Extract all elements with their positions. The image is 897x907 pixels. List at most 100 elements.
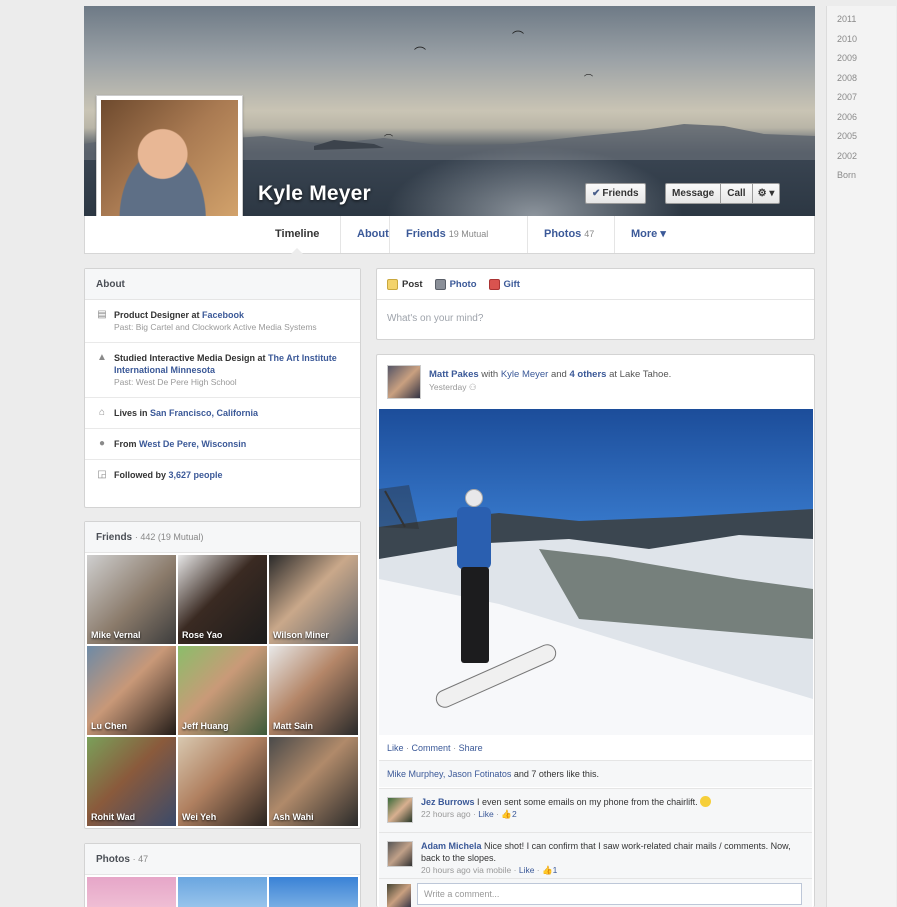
friends-audience-icon[interactable]: ⚇ — [469, 382, 477, 392]
about-link[interactable]: 3,627 people — [169, 470, 223, 480]
friend-tile[interactable]: Lu Chen — [87, 646, 176, 735]
comment-like-link[interactable]: Like — [519, 865, 535, 875]
post-time[interactable]: Yesterday — [429, 382, 467, 392]
friends-card-title[interactable]: Friends · 442 (19 Mutual) — [85, 522, 360, 553]
year-link[interactable]: Born — [827, 166, 896, 186]
comment-like-link[interactable]: Like — [478, 809, 494, 819]
comment: Adam Michela Nice shot! I can confirm th… — [379, 832, 812, 878]
tab-count: 47 — [584, 229, 595, 239]
commenter-avatar[interactable] — [387, 797, 413, 823]
friend-tile[interactable]: Jeff Huang — [178, 646, 267, 735]
friends-button[interactable]: ✔ Friends — [585, 183, 646, 204]
friend-tile[interactable]: Mike Vernal — [87, 555, 176, 644]
friend-tile[interactable]: Wei Yeh — [178, 737, 267, 826]
bird-icon: ⌒ — [584, 74, 594, 84]
post-place[interactable]: Lake Tahoe. — [620, 369, 672, 380]
year-link[interactable]: 2005 — [827, 127, 896, 147]
smiley-icon — [700, 796, 712, 807]
pencil-icon — [387, 278, 398, 290]
comment: Jez Burrows I even sent some emails on m… — [379, 788, 812, 832]
briefcase-icon: ▤ — [97, 309, 107, 320]
comment-time[interactable]: 20 hours ago — [421, 865, 471, 875]
comment-time[interactable]: 22 hours ago — [421, 809, 471, 819]
year-link[interactable]: 2011 — [827, 10, 896, 30]
composer-gift-tab[interactable]: Gift — [488, 269, 520, 299]
friend-name: Ash Wahi — [273, 812, 314, 822]
profile-name[interactable]: Kyle Meyer — [258, 182, 371, 206]
friend-name: Wilson Miner — [273, 630, 329, 640]
like-link[interactable]: Like — [387, 743, 404, 753]
friend-tile[interactable]: Matt Sain — [269, 646, 358, 735]
likers-link[interactable]: Mike Murphey, Jason Fotinatos — [387, 769, 511, 779]
tab-label: More ▾ — [631, 228, 666, 240]
commenter-name[interactable]: Jez Burrows — [421, 797, 475, 807]
tab-label: Timeline — [275, 228, 320, 240]
friend-tile[interactable]: Rose Yao — [178, 555, 267, 644]
about-card-title[interactable]: About — [85, 269, 360, 300]
timeline-year-nav: 2011 2010 2009 2008 2007 2006 2005 2002 … — [826, 6, 896, 907]
year-link[interactable]: 2006 — [827, 108, 896, 128]
about-card: About ▤ Product Designer at Facebook Past… — [84, 268, 361, 508]
about-link[interactable]: Facebook — [202, 310, 244, 320]
tab-friends[interactable]: Friends 19 Mutual — [389, 216, 504, 253]
commenter-name[interactable]: Adam Michela — [421, 841, 482, 851]
friend-name: Matt Sain — [273, 721, 314, 731]
friend-tile[interactable]: Wilson Miner — [269, 555, 358, 644]
profile-page: ⌒ ⌒ ⌒ ⌒ Kyle Meyer ✔ Friends Message Call… — [0, 0, 897, 907]
comment-like-count[interactable]: 2 — [512, 809, 517, 819]
tagged-others[interactable]: 4 others — [569, 369, 606, 380]
tab-more[interactable]: More ▾ — [614, 216, 682, 253]
about-item-education: ▲ Studied Interactive Media Design at Th… — [85, 343, 360, 398]
composer-photo-tab[interactable]: Photo — [434, 269, 477, 299]
tagged-friend[interactable]: Kyle Meyer — [501, 369, 549, 380]
graduation-cap-icon: ▲ — [97, 352, 107, 363]
year-link[interactable]: 2007 — [827, 88, 896, 108]
composer-post-tab[interactable]: Post — [387, 269, 423, 299]
photo-thumbnail[interactable] — [178, 877, 267, 907]
photo-thumbnail[interactable] — [87, 877, 176, 907]
cover-actions-group: Message Call ⚙ ▾ — [665, 183, 781, 204]
commenter-avatar[interactable] — [387, 841, 413, 867]
author-avatar[interactable] — [387, 365, 421, 399]
timeline-post: Matt Pakes with Kyle Meyer and 4 others … — [376, 354, 815, 907]
about-item-followers: ◲ Followed by 3,627 people — [97, 469, 223, 480]
post-author[interactable]: Matt Pakes — [429, 369, 479, 380]
share-link[interactable]: Share — [459, 743, 483, 753]
bird-icon: ⌒ — [512, 30, 525, 44]
tab-label: About — [357, 228, 389, 240]
write-comment-row: Write a comment... — [379, 878, 812, 907]
tab-photos[interactable]: Photos 47 — [527, 216, 610, 253]
photos-card-title[interactable]: Photos · 47 — [85, 844, 360, 875]
post-header: Matt Pakes with Kyle Meyer and 4 others … — [387, 365, 804, 401]
rss-icon: ◲ — [97, 469, 107, 480]
comment-text: I even sent some emails on my phone from… — [477, 797, 698, 807]
about-link[interactable]: San Francisco, California — [150, 408, 258, 418]
status-composer: Post Photo Gift What's on your mind? — [376, 268, 815, 340]
year-link[interactable]: 2009 — [827, 49, 896, 69]
thumbs-up-icon: 👍 — [541, 865, 553, 875]
friend-name: Lu Chen — [91, 721, 127, 731]
friend-tile[interactable]: Ash Wahi — [269, 737, 358, 826]
comment-link[interactable]: Comment — [412, 743, 451, 753]
friends-button-label: Friends — [602, 188, 639, 199]
thumbs-up-icon: 👍 — [501, 809, 512, 819]
post-photo[interactable] — [379, 409, 813, 735]
year-link[interactable]: 2002 — [827, 147, 896, 167]
friend-tile[interactable]: Rohit Wad — [87, 737, 176, 826]
photo-thumbnail[interactable] — [269, 877, 358, 907]
status-input[interactable]: What's on your mind? — [377, 300, 814, 338]
about-past: Past: Big Cartel and Clockwork Active Me… — [114, 322, 317, 332]
year-link[interactable]: 2008 — [827, 69, 896, 89]
about-link[interactable]: West De Pere, Wisconsin — [139, 439, 246, 449]
year-link[interactable]: 2010 — [827, 30, 896, 50]
message-button[interactable]: Message — [665, 183, 722, 204]
tab-count: 19 Mutual — [448, 229, 489, 239]
gear-icon: ⚙ — [757, 188, 767, 199]
tab-timeline[interactable]: Timeline — [259, 216, 335, 254]
call-button[interactable]: Call — [721, 183, 753, 204]
comment-like-count[interactable]: 1 — [553, 865, 558, 875]
comment-input[interactable]: Write a comment... — [417, 883, 802, 905]
settings-dropdown-button[interactable]: ⚙ ▾ — [752, 183, 781, 204]
friends-grid: Mike Vernal Rose Yao Wilson Miner Lu Che… — [87, 555, 358, 826]
friend-name: Jeff Huang — [182, 721, 229, 731]
